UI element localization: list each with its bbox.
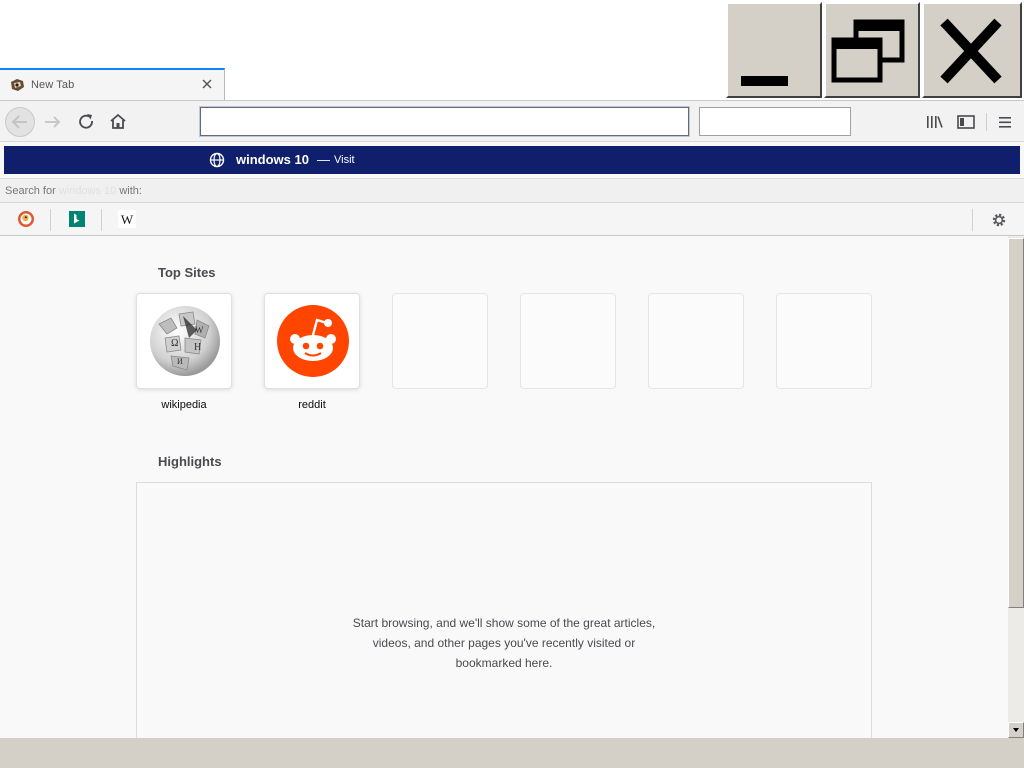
minimize-button[interactable] <box>726 2 822 98</box>
highlights-empty-state: Start browsing, and we'll show some of t… <box>136 482 872 738</box>
search-input[interactable] <box>699 107 851 136</box>
home-icon[interactable] <box>105 109 131 135</box>
top-site-tile-empty[interactable] <box>520 293 616 389</box>
forward-arrow-icon[interactable] <box>40 109 66 135</box>
top-site-label-reddit: reddit <box>298 399 326 411</box>
vertical-scrollbar[interactable] <box>1008 236 1024 738</box>
empty-message-line: videos, and other pages you've recently … <box>372 636 636 650</box>
top-site-tile-empty[interactable] <box>648 293 744 389</box>
duckduckgo-icon[interactable] <box>17 210 35 228</box>
wikipedia-globe-icon: Ω H W И <box>150 306 220 376</box>
bing-icon[interactable] <box>68 210 86 228</box>
library-icon[interactable] <box>922 109 948 135</box>
url-suggestions-panel: windows 10 — Visit <box>0 142 1024 178</box>
gear-icon[interactable] <box>990 211 1008 229</box>
close-window-button[interactable] <box>922 2 1022 98</box>
one-off-search-engines: W <box>0 203 1024 236</box>
suggestion-action: Visit <box>334 154 355 166</box>
reddit-alien-icon <box>277 305 349 377</box>
sidebar-icon[interactable] <box>953 109 979 135</box>
close-icon <box>940 18 1002 84</box>
svg-text:W: W <box>121 212 134 227</box>
suggestion-dash: — <box>317 152 330 167</box>
wikipedia-icon[interactable]: W <box>118 210 136 228</box>
svg-text:Ω: Ω <box>171 338 178 349</box>
close-tab-icon[interactable] <box>200 77 214 91</box>
firefox-favicon-icon <box>11 79 24 91</box>
arrow-down-icon <box>1013 728 1019 732</box>
minimize-icon <box>741 76 788 86</box>
tab-new-tab[interactable]: New Tab <box>0 68 225 101</box>
empty-message-line: Start browsing, and we'll show some of t… <box>352 616 656 630</box>
empty-message-line: bookmarked here. <box>455 656 553 670</box>
svg-text:И: И <box>177 357 183 366</box>
search-with-bar: Search for windows 10 with: <box>0 178 1024 203</box>
restore-icon <box>831 19 905 83</box>
restore-button[interactable] <box>824 2 920 98</box>
back-arrow-icon <box>11 115 27 129</box>
highlights-heading: Highlights <box>158 454 222 469</box>
top-site-tile-reddit[interactable] <box>264 293 360 389</box>
engine-divider <box>50 209 51 231</box>
top-site-label-wikipedia: wikipedia <box>161 399 207 411</box>
search-with-suffix: with: <box>119 185 142 197</box>
top-site-tile-wikipedia[interactable]: Ω H W И <box>136 293 232 389</box>
navigation-toolbar <box>0 100 1024 142</box>
new-tab-page: Top Sites Ω H W И wikipedia reddit Highl… <box>0 236 1008 738</box>
toolbar-divider <box>986 113 987 131</box>
engine-divider <box>972 209 973 231</box>
engine-divider <box>101 209 102 231</box>
top-site-tile-empty[interactable] <box>776 293 872 389</box>
svg-text:W: W <box>195 325 204 335</box>
back-button[interactable] <box>5 107 35 137</box>
suggestion-query: windows 10 <box>236 152 309 167</box>
url-input[interactable] <box>199 106 690 137</box>
globe-icon <box>209 152 225 168</box>
hamburger-menu-icon[interactable] <box>992 109 1018 135</box>
suggestion-row[interactable]: windows 10 — Visit <box>4 146 1020 174</box>
top-sites-heading: Top Sites <box>158 265 216 280</box>
window-bottom-bar <box>0 738 1024 768</box>
reload-icon[interactable] <box>73 109 99 135</box>
search-with-prefix: Search for <box>5 185 56 197</box>
search-with-query: windows 10 <box>58 185 117 197</box>
svg-text:H: H <box>194 342 201 353</box>
scroll-down-button[interactable] <box>1008 722 1024 738</box>
scrollbar-thumb[interactable] <box>1008 238 1024 608</box>
highlights-empty-message: Start browsing, and we'll show some of t… <box>137 613 871 673</box>
top-site-tile-empty[interactable] <box>392 293 488 389</box>
tab-title: New Tab <box>31 79 75 91</box>
